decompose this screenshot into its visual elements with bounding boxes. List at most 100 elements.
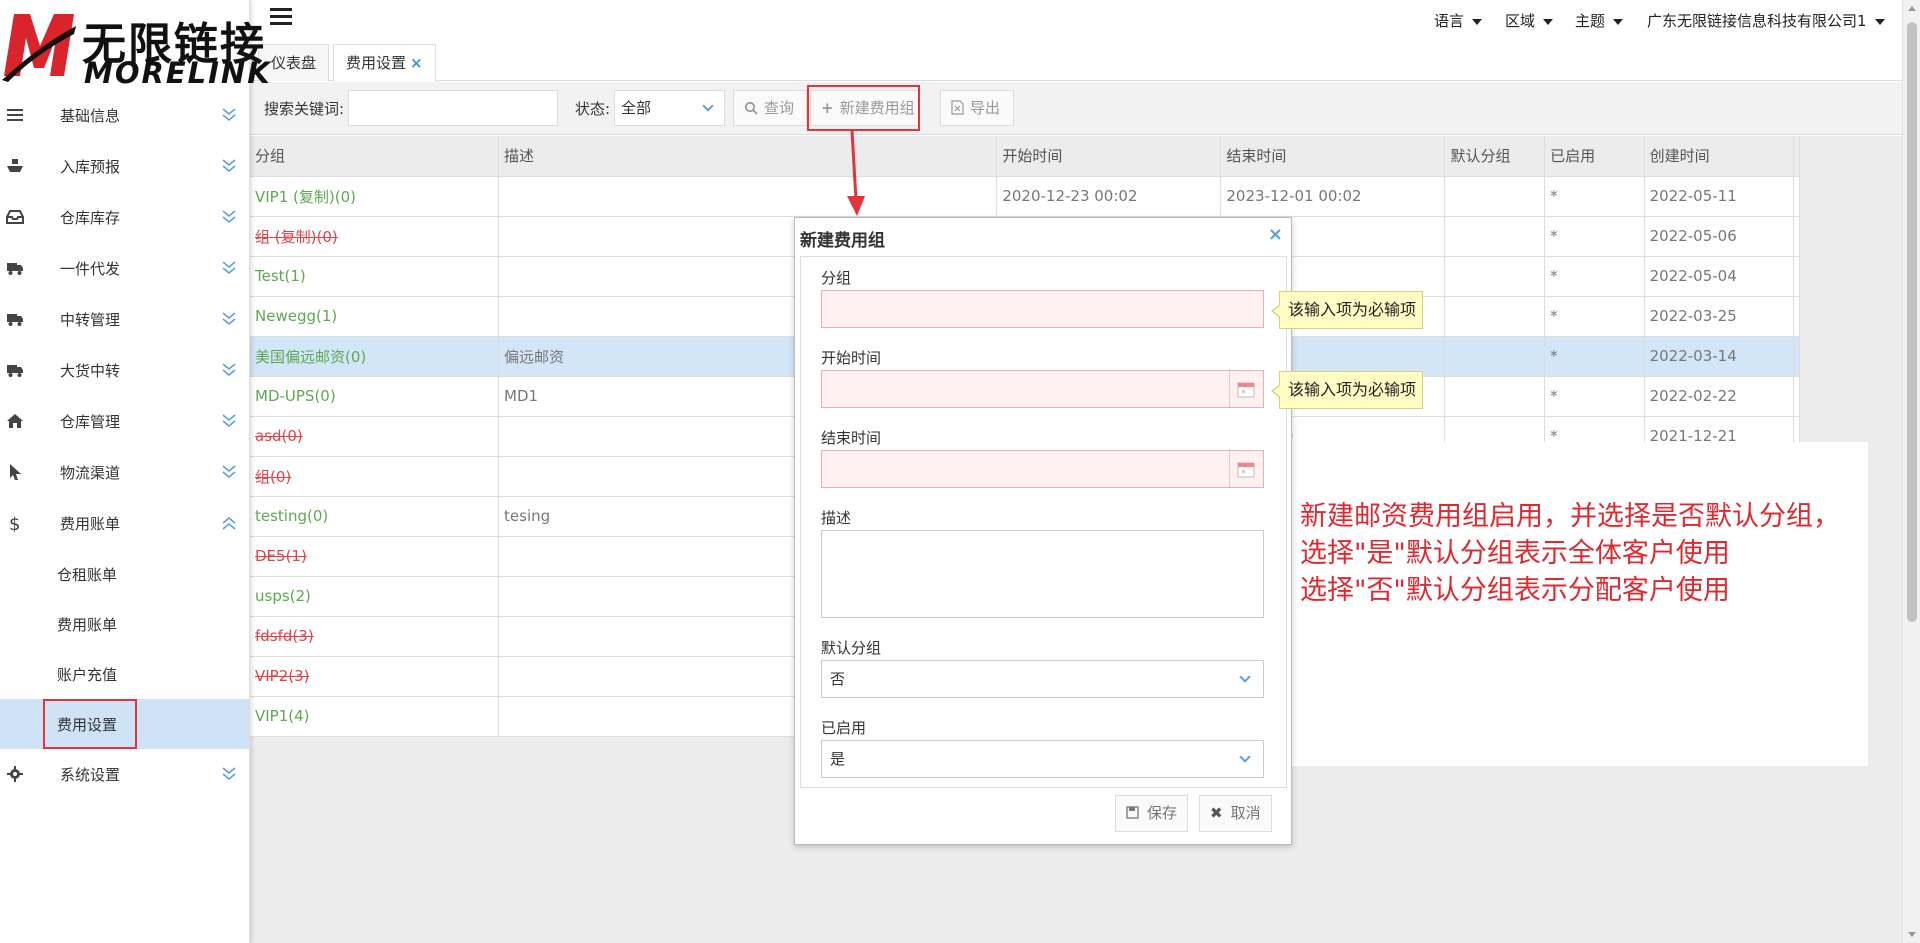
group-cell: VIP1(4) (250, 696, 500, 737)
column-header[interactable]: 描述 (498, 136, 998, 177)
cancel-x-icon: ✖ (1210, 804, 1223, 822)
default-group-cell (1444, 296, 1546, 337)
truck-icon (7, 314, 23, 326)
chevron-down-icon (222, 312, 236, 326)
caret-down-icon (1472, 18, 1483, 25)
dialog-title: 新建费用组 (800, 231, 885, 251)
sidebar-subitem-label: 账户充值 (57, 665, 118, 684)
page-scrollbar[interactable] (1902, 0, 1920, 943)
export-button[interactable]: 导出 (940, 90, 1014, 126)
sidebar-subitem-storage-bill[interactable]: 仓租账单 (0, 549, 249, 599)
sidebar-item-warehouse-stock[interactable]: 仓库库存 (0, 192, 249, 243)
scroll-up-icon[interactable] (1908, 6, 1916, 11)
save-button[interactable]: 保存 (1115, 795, 1189, 832)
sidebar-subitem-label: 费用账单 (57, 615, 118, 634)
sidebar-item-dropshipping[interactable]: 一件代发 (0, 243, 249, 294)
column-header[interactable]: 分组 (250, 136, 500, 177)
region-menu[interactable]: 区域 (1505, 10, 1554, 31)
chevron-down-icon (222, 210, 236, 224)
sidebar-item-warehouse-management[interactable]: 仓库管理 (0, 396, 249, 447)
created-time-cell: 2022-05-04 (1644, 256, 1795, 297)
annotation-line: 选择"是"默认分组表示全体客户使用 (1300, 538, 1730, 569)
scroll-thumb[interactable] (1907, 22, 1917, 622)
group-cell: fdsfd(3) (250, 616, 500, 657)
sidebar-nav: 基础信息 入库预报 仓库库存 一件代发 中转管理 大货中转 仓库管理 物流渠道 … (0, 90, 249, 800)
sidebar: 无限链接 MORELINK 基础信息 入库预报 仓库库存 一件代发 中转管理 大… (0, 0, 270, 943)
dollar-icon: $ (9, 514, 20, 532)
group-input[interactable] (821, 290, 1264, 328)
enabled-cell: * (1544, 376, 1645, 417)
default-group-select[interactable]: 否 (821, 660, 1264, 698)
tab-fee-settings[interactable]: 费用设置 × (333, 44, 436, 82)
default-group-label: 默认分组 (821, 639, 882, 657)
calendar-icon[interactable] (1237, 380, 1255, 398)
cursor-icon (10, 464, 21, 480)
enabled-cell: * (1544, 176, 1645, 217)
scroll-down-icon[interactable] (1908, 932, 1916, 937)
description-cell (498, 176, 998, 217)
enabled-value: 是 (830, 750, 846, 768)
start-time-label: 开始时间 (821, 349, 882, 367)
description-label: 描述 (821, 509, 852, 527)
keyword-input[interactable] (348, 90, 558, 126)
sidebar-subitem-fee-settings[interactable]: 费用设置 (0, 699, 249, 749)
end-time-input[interactable] (821, 450, 1264, 488)
column-header[interactable]: 已启用 (1544, 136, 1645, 177)
sidebar-subitem-label: 仓租账单 (57, 565, 118, 584)
enabled-cell: * (1544, 336, 1645, 377)
company-menu[interactable]: 广东无限链接信息科技有限公司1 (1647, 10, 1885, 31)
status-label: 状态: (575, 100, 611, 118)
sidebar-item-basic-info[interactable]: 基础信息 (0, 90, 249, 141)
gear-icon (7, 766, 23, 782)
sidebar-item-label: 物流渠道 (60, 464, 121, 482)
highlight-box (807, 85, 920, 131)
svg-text:$: $ (9, 514, 20, 532)
column-header[interactable]: 开始时间 (996, 136, 1222, 177)
column-header-filler (1793, 136, 1800, 177)
table-row[interactable]: VIP1 (复制)(0) 2020-12-23 00:02 2023-12-01 0… (250, 176, 1800, 217)
hamburger-menu-icon[interactable] (270, 8, 292, 28)
row-filler-cell (1793, 256, 1800, 297)
default-group-cell (1444, 216, 1546, 257)
description-textarea[interactable] (821, 530, 1264, 618)
start-time-input[interactable] (821, 370, 1264, 408)
status-select[interactable]: 全部 (614, 90, 725, 126)
sidebar-item-billing[interactable]: $ 费用账单 (0, 498, 249, 549)
sidebar-item-label: 系统设置 (60, 766, 121, 784)
keyword-label: 搜索关键词: (264, 100, 345, 118)
sidebar-item-transfer-management[interactable]: 中转管理 (0, 294, 249, 345)
language-menu[interactable]: 语言 (1434, 10, 1483, 31)
sidebar-item-label: 仓库库存 (60, 209, 121, 227)
sidebar-item-system-settings[interactable]: 系统设置 (0, 749, 249, 800)
new-fee-group-dialog: 新建费用组 × 分组 开始时间 结束时间 描述 默认分组 否 已启用 是 保存 … (794, 217, 1292, 845)
column-header[interactable]: 创建时间 (1644, 136, 1795, 177)
toolbar: 搜索关键词: 状态: 全部 查询 + 新建费用组 导出 (250, 82, 1902, 135)
sidebar-item-bulk-transfer[interactable]: 大货中转 (0, 345, 249, 396)
group-cell: 组(0) (250, 456, 500, 497)
status-value: 全部 (621, 99, 652, 117)
logo-en-text: MORELINK (84, 56, 272, 90)
group-cell: MD-UPS(0) (250, 376, 500, 417)
sidebar-subitem-fee-bill[interactable]: 费用账单 (0, 599, 249, 649)
dialog-body: 分组 开始时间 结束时间 描述 默认分组 否 已启用 是 (800, 256, 1287, 788)
annotation-line: 选择"否"默认分组表示分配客户使用 (1300, 575, 1730, 606)
chevron-down-icon (702, 100, 714, 112)
sidebar-item-inbound-forecast[interactable]: 入库预报 (0, 141, 249, 192)
close-icon[interactable]: × (1268, 224, 1283, 245)
row-filler-cell (1793, 176, 1800, 217)
created-time-cell: 2022-05-06 (1644, 216, 1795, 257)
query-button[interactable]: 查询 (733, 90, 807, 126)
close-icon[interactable]: × (410, 54, 423, 72)
save-label: 保存 (1147, 804, 1178, 822)
theme-menu[interactable]: 主题 (1575, 10, 1624, 31)
enabled-select[interactable]: 是 (821, 740, 1264, 778)
required-tooltip: 该输入项为必输项 (1270, 371, 1424, 409)
sidebar-subitem-account-recharge[interactable]: 账户充值 (0, 649, 249, 699)
column-header[interactable]: 结束时间 (1220, 136, 1446, 177)
column-header[interactable]: 默认分组 (1444, 136, 1546, 177)
row-filler-cell (1793, 376, 1800, 417)
calendar-icon[interactable] (1237, 460, 1255, 478)
cancel-button[interactable]: ✖ 取消 (1199, 795, 1272, 832)
chevron-down-icon (222, 159, 236, 173)
sidebar-item-logistics-channel[interactable]: 物流渠道 (0, 447, 249, 498)
